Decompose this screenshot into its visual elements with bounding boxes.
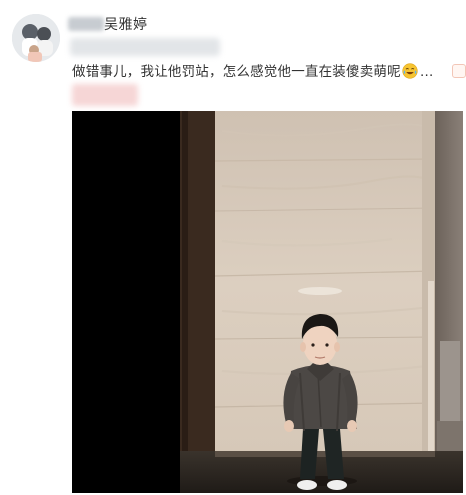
cropped-badge-icon	[452, 64, 466, 78]
username-blur-mask	[68, 17, 104, 31]
user-avatar[interactable]	[12, 14, 60, 62]
avatar-icon	[12, 14, 60, 62]
post-photo[interactable]	[72, 111, 463, 493]
username-row[interactable]: 吴雅婷	[68, 14, 148, 34]
laughing-tears-icon	[402, 63, 418, 79]
post-text: 做错事儿，我让他罚站，怎么感觉他一直在装傻卖萌呢 …	[72, 63, 434, 81]
toddler-standing-photo	[72, 111, 463, 493]
text-ellipsis: …	[419, 64, 434, 80]
username[interactable]: 吴雅婷	[104, 14, 148, 34]
blurred-tag	[72, 84, 138, 106]
weibo-post: 吴雅婷 做错事儿，我让他罚站，怎么感觉他一直在装傻卖萌呢 …	[0, 0, 466, 495]
post-text-content: 做错事儿，我让他罚站，怎么感觉他一直在装傻卖萌呢	[72, 64, 401, 80]
post-meta-blur	[70, 38, 220, 56]
